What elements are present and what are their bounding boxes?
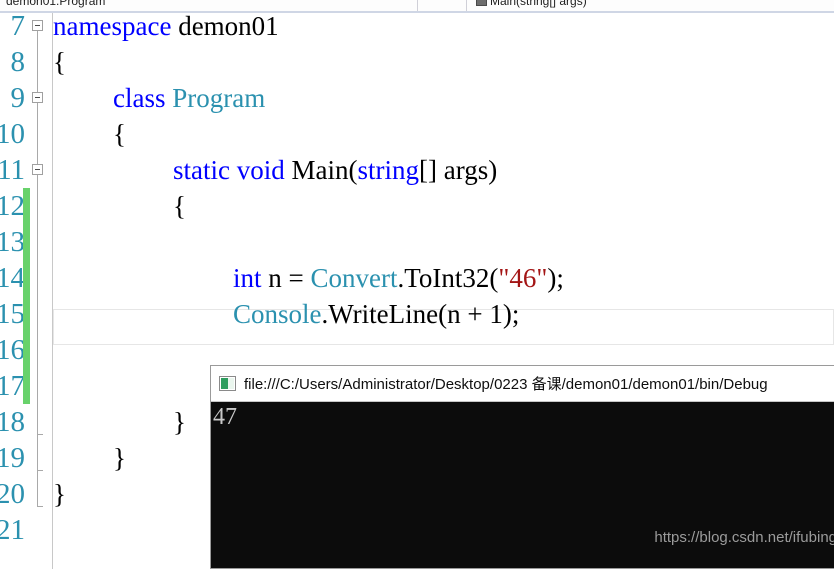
code-token: n = xyxy=(261,263,311,293)
code-token: } xyxy=(113,443,126,473)
line-number: 8 xyxy=(10,46,26,78)
code-token: { xyxy=(173,191,186,221)
line-number: 17 xyxy=(0,370,25,402)
code-line[interactable]: int n = Convert.ToInt32("46"); xyxy=(233,260,564,296)
code-token: Convert xyxy=(310,263,398,293)
code-token: demon01 xyxy=(171,11,279,41)
console-app-icon xyxy=(219,376,236,391)
code-token: [] args) xyxy=(418,155,498,185)
code-token: int xyxy=(233,263,262,293)
code-token: Main( xyxy=(291,155,358,185)
fold-guide-line xyxy=(37,175,38,434)
code-line[interactable]: } xyxy=(113,440,126,476)
console-output-window[interactable]: file:///C:/Users/Administrator/Desktop/0… xyxy=(210,365,834,569)
code-token: Console xyxy=(233,299,322,329)
change-bar-indicator xyxy=(23,188,30,404)
code-line[interactable]: { xyxy=(53,44,66,80)
code-token: Program xyxy=(172,83,266,113)
code-token: { xyxy=(53,47,66,77)
code-token: namespace xyxy=(53,11,172,41)
navbar-member-label: Main(string[] args) xyxy=(490,0,587,8)
code-line[interactable]: namespace demon01 xyxy=(53,8,279,44)
code-line[interactable]: } xyxy=(173,404,186,440)
navbar-divider xyxy=(417,0,418,11)
console-output-text: 47 xyxy=(213,404,237,430)
code-token: static void xyxy=(173,155,292,185)
code-line[interactable]: class Program xyxy=(113,80,265,116)
code-token: } xyxy=(173,407,186,437)
outlining-margin[interactable] xyxy=(30,13,48,569)
fold-end-marker xyxy=(37,506,43,507)
code-token: class xyxy=(113,83,173,113)
navbar-member-dropdown[interactable]: Main(string[] args) xyxy=(476,0,587,8)
code-line[interactable]: { xyxy=(113,116,126,152)
code-token: } xyxy=(53,479,66,509)
code-token: ); xyxy=(547,263,564,293)
line-number: 21 xyxy=(0,514,25,546)
console-title-bar[interactable]: file:///C:/Users/Administrator/Desktop/0… xyxy=(211,366,834,402)
line-number: 11 xyxy=(0,154,25,186)
fold-collapse-box[interactable] xyxy=(32,164,43,175)
line-number: 16 xyxy=(0,334,25,366)
line-number: 18 xyxy=(0,406,25,438)
navbar-type-dropdown[interactable]: demon01.Program xyxy=(6,0,105,8)
watermark-text: https://blog.csdn.net/ifubing xyxy=(654,529,834,546)
line-number: 9 xyxy=(10,82,26,114)
line-number: 14 xyxy=(0,262,25,294)
code-line[interactable]: static void Main(string[] args) xyxy=(173,152,497,188)
method-icon xyxy=(476,0,487,6)
line-number: 20 xyxy=(0,478,25,510)
navbar-divider-2 xyxy=(466,0,467,11)
line-number: 15 xyxy=(0,298,25,330)
fold-end-marker xyxy=(37,434,43,435)
code-token: .ToInt32( xyxy=(397,263,499,293)
line-number: 12 xyxy=(0,190,25,222)
fold-end-marker xyxy=(37,470,43,471)
navbar-type-label: demon01.Program xyxy=(6,0,106,8)
code-token: string xyxy=(357,155,419,185)
code-token: .WriteLine(n + 1); xyxy=(321,299,520,329)
code-line[interactable]: } xyxy=(53,476,66,512)
code-token: "46" xyxy=(498,263,548,293)
code-token: { xyxy=(113,119,126,149)
line-number: 19 xyxy=(0,442,25,474)
fold-collapse-box[interactable] xyxy=(32,92,43,103)
fold-collapse-box[interactable] xyxy=(32,20,43,31)
code-line[interactable]: Console.WriteLine(n + 1); xyxy=(233,296,519,332)
console-title-text: file:///C:/Users/Administrator/Desktop/0… xyxy=(244,376,768,393)
code-line[interactable]: { xyxy=(173,188,186,224)
console-body[interactable]: 47 https://blog.csdn.net/ifubing xyxy=(211,402,834,568)
line-number: 10 xyxy=(0,118,25,150)
line-number: 13 xyxy=(0,226,25,258)
line-number: 7 xyxy=(10,10,26,42)
